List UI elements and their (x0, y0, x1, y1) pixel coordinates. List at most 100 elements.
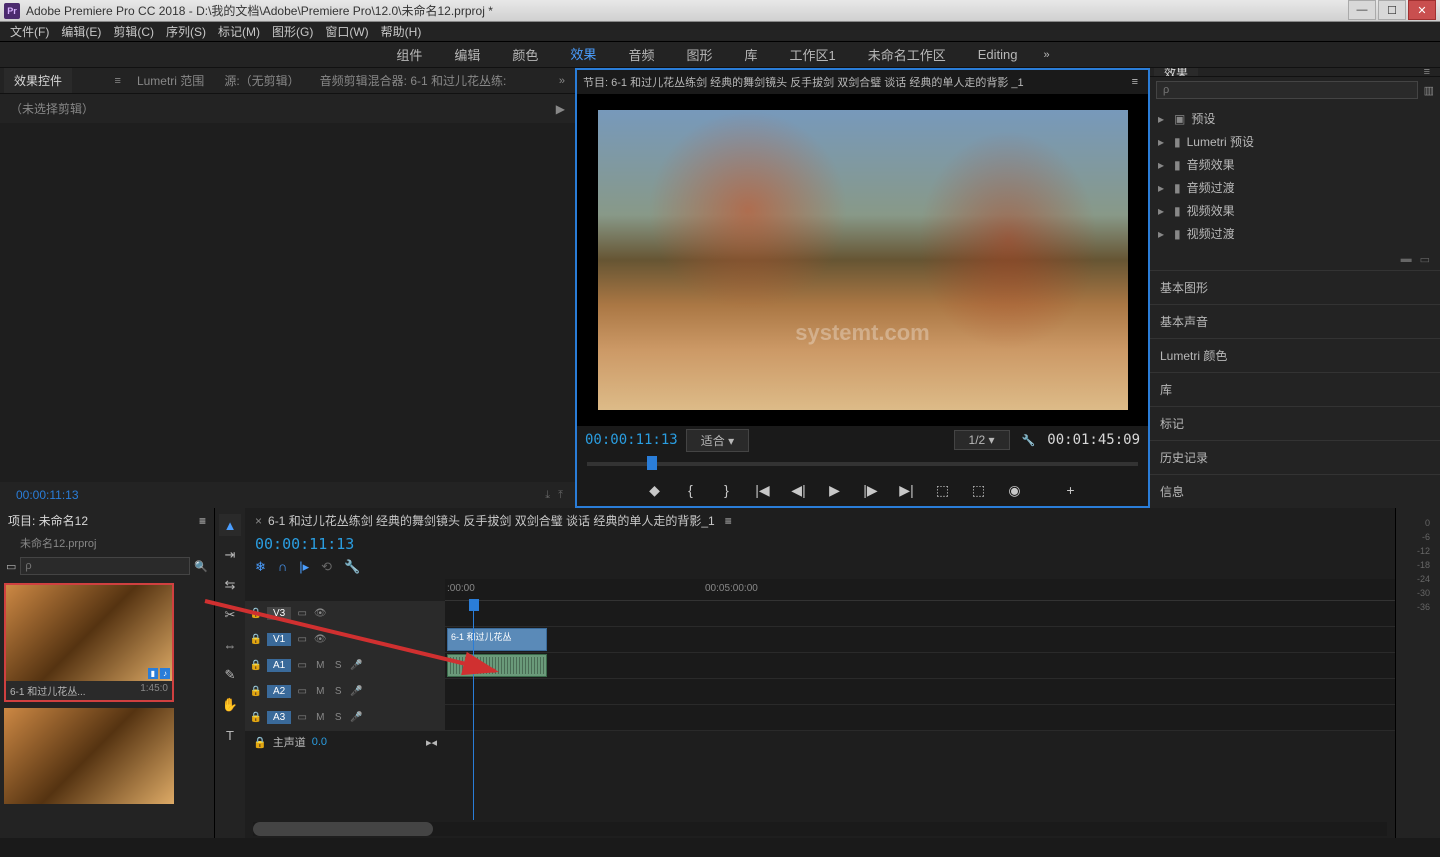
program-scrub-bar[interactable] (577, 454, 1148, 474)
timeline-timecode[interactable]: 00:00:11:13 (255, 535, 354, 553)
export-frame-icon[interactable]: ◉ (1006, 482, 1024, 499)
master-value[interactable]: 0.0 (312, 736, 327, 748)
track-label-v3[interactable]: V3 (267, 607, 291, 620)
tool-type[interactable]: T (219, 724, 241, 746)
extract-icon[interactable]: ⬚ (970, 482, 988, 499)
folder-audio-effects[interactable]: ▸▮音频效果 (1150, 153, 1440, 176)
track-head-a3[interactable]: 🔒A3▭MS🎤 (245, 705, 445, 730)
go-to-in-icon[interactable]: |◀ (754, 482, 772, 499)
section-essential-graphics[interactable]: 基本图形 (1150, 270, 1440, 304)
track-body-v3[interactable] (445, 601, 1395, 626)
master-head[interactable]: 🔒 主声道 0.0 ▸◂ (245, 734, 445, 750)
clip-v1[interactable]: 6-1 和过儿花丛 (447, 628, 547, 651)
project-bin-icon[interactable]: ▭ (6, 560, 16, 573)
program-menu-icon[interactable]: ≡ (1128, 76, 1142, 88)
step-back-icon[interactable]: ◀| (790, 482, 808, 499)
folder-presets[interactable]: ▸▣预设 (1150, 107, 1440, 130)
caret-right-icon[interactable]: ▶ (556, 102, 565, 116)
lock-icon[interactable]: 🔒 (249, 686, 263, 697)
track-target-a1[interactable]: ▭ (295, 660, 309, 671)
program-zoom-dropdown[interactable]: 1/2 ▾ (954, 430, 1010, 450)
track-body-a1[interactable] (445, 653, 1395, 678)
close-button[interactable]: ✕ (1408, 0, 1436, 20)
playhead-head[interactable] (469, 599, 479, 611)
ws-audio[interactable]: 音频 (612, 40, 670, 69)
maximize-button[interactable]: ☐ (1378, 0, 1406, 20)
effects-menu-icon[interactable]: ≡ (1418, 68, 1436, 77)
ws-assembly[interactable]: 组件 (380, 40, 438, 69)
sequence-name[interactable]: 6-1 和过儿花丛练剑 经典的舞剑镜头 反手拔剑 双剑合璧 谈话 经典的单人走的… (268, 512, 715, 529)
minimize-button[interactable]: — (1348, 0, 1376, 20)
scrub-playhead[interactable] (647, 456, 657, 470)
solo-icon[interactable]: S (331, 660, 345, 671)
fx-yuv-icon[interactable]: ▬ (1401, 253, 1412, 266)
track-label-a1[interactable]: A1 (267, 659, 291, 672)
tool-slip[interactable]: ⇔ (219, 634, 241, 656)
track-label-a3[interactable]: A3 (267, 711, 291, 724)
track-head-a2[interactable]: 🔒A2▭MS🎤 (245, 679, 445, 704)
source-timecode[interactable]: 00:00:11:13 (8, 484, 87, 506)
program-video-area[interactable]: systemt.com (577, 94, 1148, 426)
bin-item-1[interactable]: ▮♪ 6-1 和过儿花丛... 1:45:0 (4, 583, 174, 702)
menu-sequence[interactable]: 序列(S) (160, 23, 212, 40)
lift-icon[interactable]: ⬚ (934, 482, 952, 499)
track-label-v1[interactable]: V1 (267, 633, 291, 646)
program-current-tc[interactable]: 00:00:11:13 (585, 432, 678, 448)
section-lumetri-color[interactable]: Lumetri 颜色 (1150, 338, 1440, 372)
ws-graphics[interactable]: 图形 (670, 40, 728, 69)
play-icon[interactable]: ▶ (826, 482, 844, 499)
eye-icon[interactable]: 👁 (313, 634, 327, 645)
mute-icon[interactable]: M (313, 660, 327, 671)
opt-wrench-icon[interactable]: 🔧 (344, 559, 360, 575)
menu-graphics[interactable]: 图形(G) (266, 23, 319, 40)
effect-controls-menu-icon[interactable]: ≡ (109, 75, 127, 87)
tool-razor[interactable]: ✂ (219, 604, 241, 626)
section-info[interactable]: 信息 (1150, 474, 1440, 508)
tool-hand[interactable]: ✋ (219, 694, 241, 716)
solo-icon[interactable]: S (331, 686, 345, 697)
track-target-a2[interactable]: ▭ (295, 686, 309, 697)
lock-icon[interactable]: 🔒 (249, 608, 263, 619)
track-head-v1[interactable]: 🔒V1▭👁 (245, 627, 445, 652)
lock-icon[interactable]: 🔒 (249, 712, 263, 723)
menu-edit[interactable]: 编辑(E) (55, 23, 107, 40)
source-insert-icon[interactable]: ⤓ (541, 489, 554, 502)
mute-icon[interactable]: M (313, 686, 327, 697)
project-search-input[interactable] (20, 557, 190, 575)
folder-video-transitions[interactable]: ▸▮视频过渡 (1150, 222, 1440, 245)
track-body-v1[interactable]: 6-1 和过儿花丛 (445, 627, 1395, 652)
effects-filter-icon[interactable]: ▥ (1424, 84, 1434, 97)
track-head-a1[interactable]: 🔒A1▭MS🎤 (245, 653, 445, 678)
menu-marker[interactable]: 标记(M) (212, 23, 266, 40)
in-point-icon[interactable]: { (682, 482, 700, 498)
project-menu-icon[interactable]: ≡ (199, 514, 206, 528)
button-editor-icon[interactable]: + (1062, 482, 1080, 498)
menu-file[interactable]: 文件(F) (4, 23, 55, 40)
left-tabs-overflow[interactable]: » (553, 75, 571, 87)
step-fwd-icon[interactable]: |▶ (862, 482, 880, 499)
timeline-scroll-thumb[interactable] (253, 822, 433, 836)
mute-icon[interactable]: M (313, 712, 327, 723)
opt-sync-icon[interactable]: ⟲ (321, 559, 332, 575)
track-body-a2[interactable] (445, 679, 1395, 704)
seq-menu-icon[interactable]: ≡ (725, 514, 732, 528)
section-libraries[interactable]: 库 (1150, 372, 1440, 406)
eye-icon[interactable]: 👁 (313, 608, 327, 619)
project-search-icon[interactable]: 🔍 (194, 560, 208, 573)
ws-library[interactable]: 库 (728, 40, 773, 69)
ws-editing[interactable]: 编辑 (438, 40, 496, 69)
source-overwrite-icon[interactable]: ⤒ (554, 489, 567, 502)
lock-icon[interactable]: 🔒 (253, 736, 267, 749)
ws-unnamed[interactable]: 未命名工作区 (852, 40, 962, 69)
folder-video-effects[interactable]: ▸▮视频效果 (1150, 199, 1440, 222)
program-settings-icon[interactable]: 🔧 (1018, 434, 1040, 447)
opt-markers-icon[interactable]: |▸ (299, 559, 309, 575)
ws-overflow[interactable]: » (1033, 44, 1059, 66)
program-fit-dropdown[interactable]: 适合 ▾ (686, 429, 749, 452)
track-target-v3[interactable]: ▭ (295, 608, 309, 619)
folder-lumetri-presets[interactable]: ▸▮Lumetri 预设 (1150, 130, 1440, 153)
mic-icon[interactable]: 🎤 (349, 712, 363, 723)
go-to-out-icon[interactable]: ▶| (898, 482, 916, 499)
tab-source[interactable]: 源:（无剪辑） (214, 68, 309, 93)
ws-workspace1[interactable]: 工作区1 (773, 40, 851, 69)
